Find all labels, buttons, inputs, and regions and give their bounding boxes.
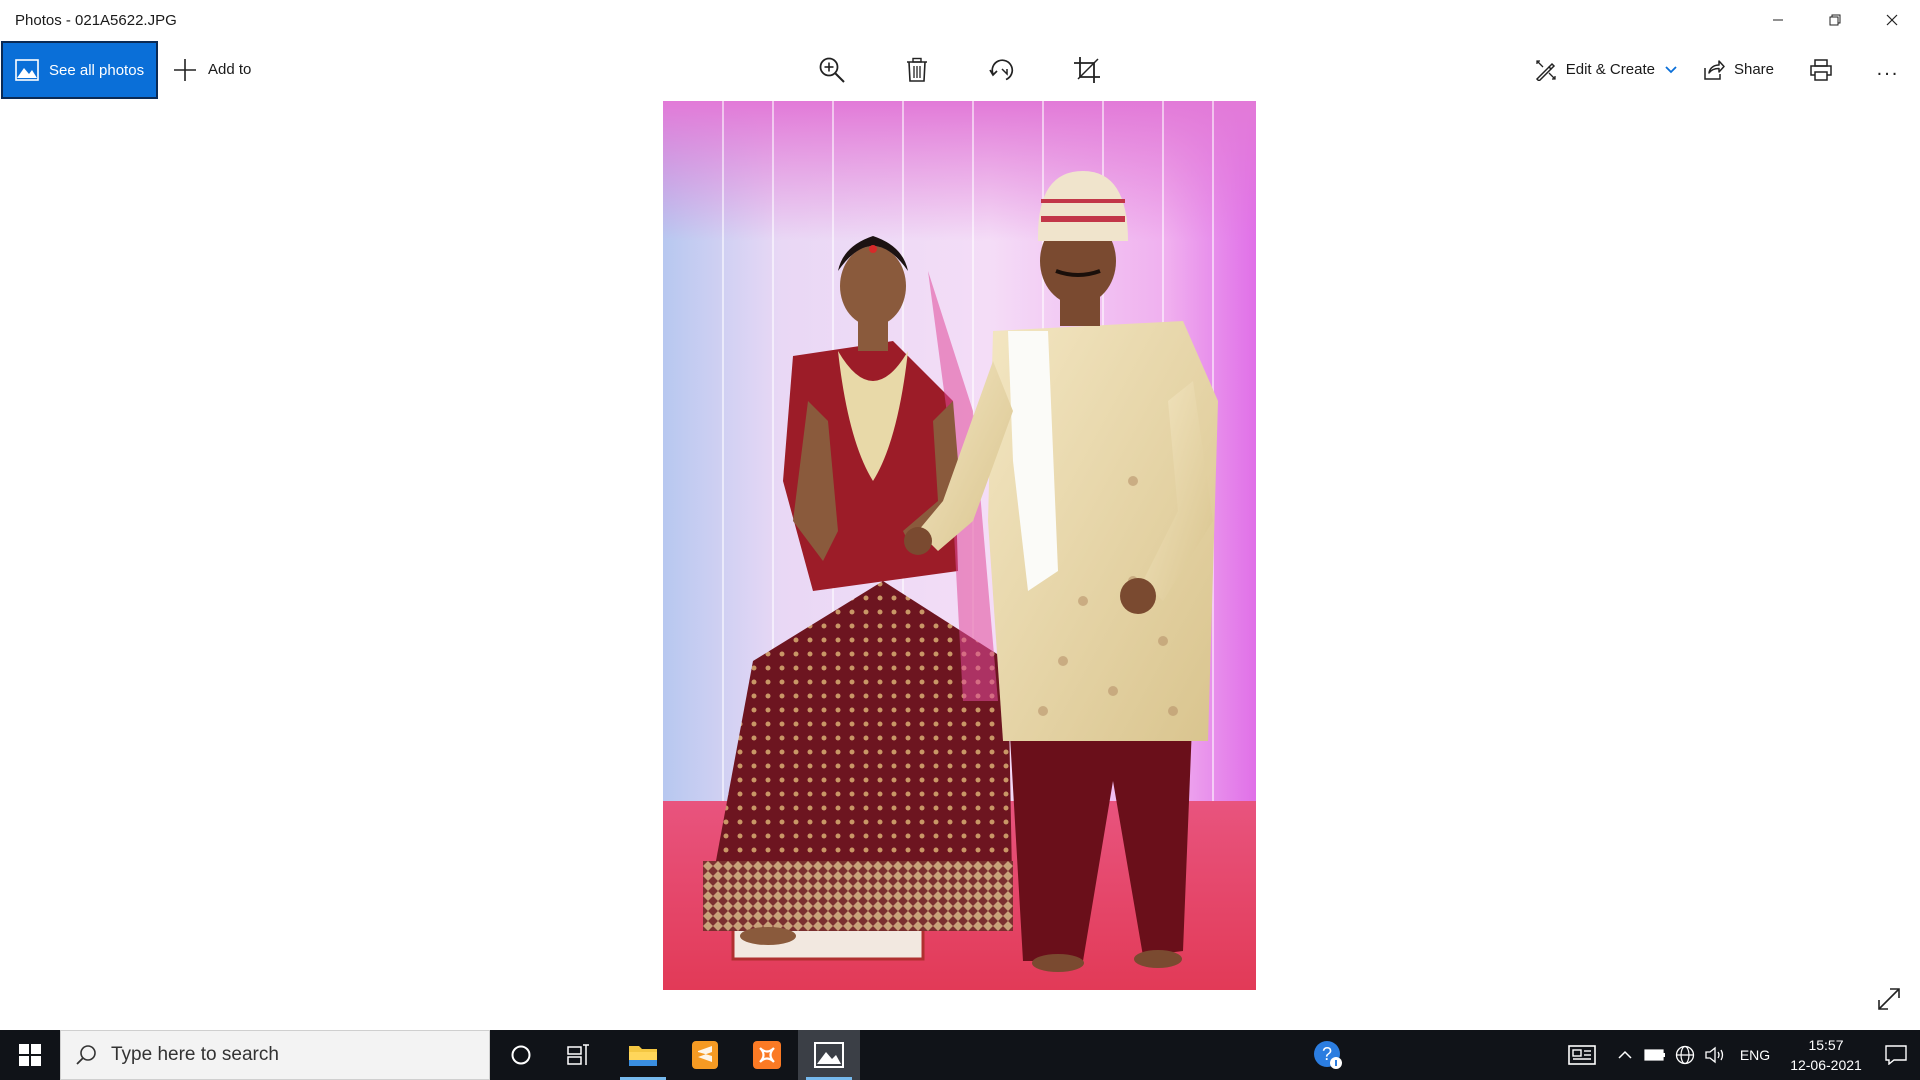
right-tools: Edit & Create Share ... [1535,40,1920,99]
share-label: Share [1733,61,1774,78]
file-explorer-button[interactable] [612,1030,674,1080]
wedding-photo [663,101,1256,990]
restore-button[interactable] [1806,0,1863,40]
see-all-photos-button[interactable]: See all photos [1,41,158,99]
chevron-up-icon [1618,1050,1632,1059]
news-button[interactable] [1554,1030,1610,1080]
chevron-down-icon [1665,65,1677,73]
app-toolbar: See all photos Add to Edit & Create Shar… [0,40,1920,99]
task-view-icon [567,1044,589,1065]
more-options-label: ... [1876,58,1900,80]
share-icon [1704,59,1725,80]
language-label: ENG [1739,1047,1771,1063]
sublime-text-button[interactable] [674,1030,736,1080]
taskbar-search-box[interactable]: Type here to search [60,1030,490,1080]
crop-icon [1074,56,1100,83]
rotate-button[interactable] [970,40,1034,99]
notification-icon [1885,1045,1907,1065]
clock-button[interactable]: 15:57 12-06-2021 [1780,1035,1872,1075]
edit-create-icon [1535,59,1556,81]
crop-button[interactable] [1055,40,1119,99]
news-icon [1568,1045,1596,1065]
clock-date: 12-06-2021 [1790,1057,1862,1073]
sublime-text-icon [692,1041,718,1069]
start-button[interactable] [0,1030,60,1080]
edit-create-button[interactable]: Edit & Create [1535,40,1677,99]
window-title: Photos - 021A5622.JPG [15,11,177,29]
battery-button[interactable] [1640,1030,1670,1080]
search-placeholder: Type here to search [111,1044,279,1065]
delete-icon [907,57,927,82]
volume-button[interactable] [1700,1030,1730,1080]
title-bar: Photos - 021A5622.JPG [0,0,1920,40]
rotate-icon [989,58,1014,80]
cortana-icon [511,1045,531,1065]
print-icon [1810,58,1832,81]
zoom-in-icon [819,57,845,83]
expand-icon [1878,988,1900,1010]
photos-icon [814,1042,844,1068]
input-language-button[interactable]: ENG [1730,1030,1780,1080]
center-tools [800,40,1140,99]
edit-create-label: Edit & Create [1565,61,1655,78]
help-button[interactable]: ? [1297,1030,1359,1080]
more-options-button[interactable]: ... [1868,40,1908,99]
add-to-label: Add to [208,61,252,78]
photo-gallery-icon [15,59,39,81]
share-button[interactable]: Share [1703,40,1774,99]
network-button[interactable] [1670,1030,1700,1080]
windows-logo-icon [19,1044,41,1066]
action-center-button[interactable] [1872,1030,1920,1080]
system-tray: ENG 15:57 12-06-2021 [1554,1030,1920,1080]
see-all-photos-label: See all photos [49,61,145,79]
minimize-button[interactable] [1749,0,1806,40]
clock-time: 15:57 [1808,1037,1844,1053]
print-button[interactable] [1810,58,1832,81]
add-to-button[interactable]: Add to [172,40,251,99]
expand-button[interactable] [1873,983,1905,1015]
file-explorer-icon [629,1046,657,1066]
photo-viewer[interactable] [663,101,1256,990]
volume-icon [1705,1046,1724,1064]
show-hidden-icons-button[interactable] [1610,1030,1640,1080]
xampp-icon [753,1041,781,1069]
zoom-button[interactable] [800,40,864,99]
task-view-button[interactable] [548,1030,610,1080]
taskbar: Type here to search ? ENG 15:57 12-06-20… [0,1030,1920,1080]
photos-app-button[interactable] [798,1030,860,1080]
battery-icon [1644,1049,1665,1061]
plus-icon [174,58,196,81]
help-icon: ? [1314,1041,1342,1069]
delete-button[interactable] [885,40,949,99]
close-button[interactable] [1863,0,1920,40]
search-icon [76,1045,96,1065]
window-controls [1749,0,1920,40]
globe-icon [1675,1045,1695,1065]
xampp-button[interactable] [736,1030,798,1080]
cortana-button[interactable] [490,1030,552,1080]
